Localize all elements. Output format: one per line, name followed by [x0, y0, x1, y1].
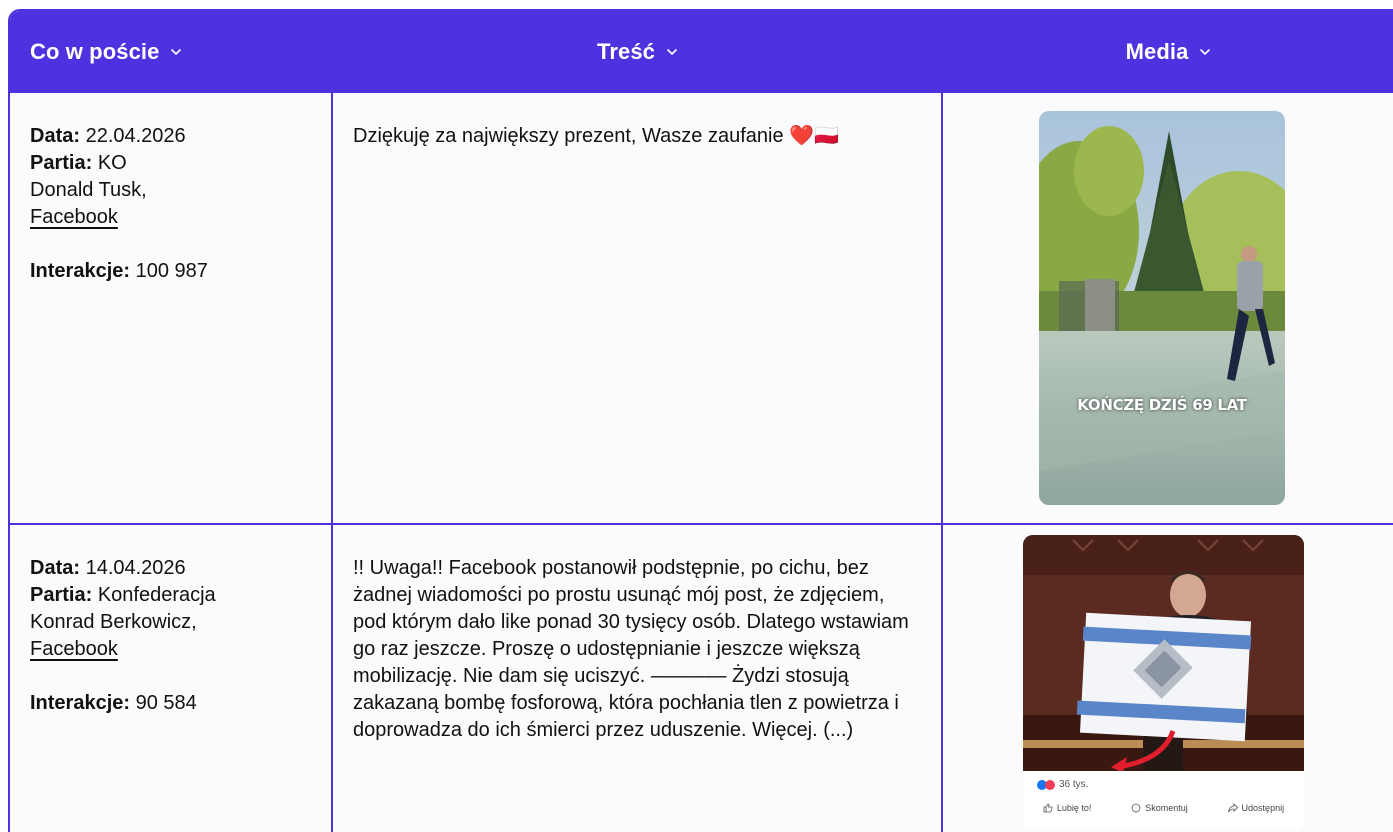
post-interactions: Interakcje: 90 584 [30, 692, 197, 714]
facebook-post-bar: 36 tys. Lubię to! Skomentuj Udostępnij [1023, 771, 1304, 829]
table-row: Data: 14.04.2026 Partia: Konfederacja Ko… [10, 525, 1393, 832]
post-content: !! Uwaga!! Facebook postanowił podstępni… [353, 557, 909, 741]
reactions-summary: 36 tys. [1037, 779, 1088, 790]
post-interactions: Interakcje: 100 987 [30, 260, 208, 282]
platform-link[interactable]: Facebook [30, 638, 118, 660]
posts-table: Co w poście Treść Media Data: 22.04.2026… [8, 9, 1393, 832]
platform-link[interactable]: Facebook [30, 206, 118, 228]
post-party: Partia: Konfederacja [30, 584, 216, 606]
share-action: Udostępnij [1227, 803, 1284, 813]
parliament-photo [1023, 535, 1304, 773]
facebook-actions: Lubię to! Skomentuj Udostępnij [1023, 803, 1304, 813]
chevron-down-icon [1198, 45, 1212, 59]
column-header-content[interactable]: Treść [333, 11, 943, 93]
post-content: Dziękuję za największy prezent, Wasze za… [353, 125, 839, 147]
park-running-photo [1039, 111, 1285, 505]
post-date: Data: 14.04.2026 [30, 557, 186, 579]
post-date: Data: 22.04.2026 [30, 125, 186, 147]
post-meta: Data: 14.04.2026 Partia: Konfederacja Ko… [30, 555, 320, 717]
table-header: Co w poście Treść Media [10, 11, 1393, 93]
column-header-media[interactable]: Media [943, 11, 1393, 93]
post-author: Donald Tusk, [30, 179, 147, 201]
chevron-down-icon [169, 45, 183, 59]
post-author: Konrad Berkowicz, [30, 611, 197, 633]
post-party: Partia: KO [30, 152, 127, 174]
share-icon [1227, 803, 1238, 813]
chevron-down-icon [665, 45, 679, 59]
comment-action: Skomentuj [1131, 803, 1188, 813]
table-row: Data: 22.04.2026 Partia: KO Donald Tusk,… [10, 93, 1393, 523]
post-meta: Data: 22.04.2026 Partia: KO Donald Tusk,… [30, 123, 320, 285]
column-header-post-info[interactable]: Co w poście [30, 11, 183, 93]
post-media-image[interactable]: KOŃCZĘ DZIŚ 69 LAT [1039, 111, 1285, 505]
like-action: Lubię to! [1043, 803, 1091, 813]
media-caption: KOŃCZĘ DZIŚ 69 LAT [1077, 396, 1247, 414]
comment-icon [1131, 803, 1141, 813]
post-media-image[interactable]: 36 tys. Lubię to! Skomentuj Udostępnij [1023, 535, 1304, 829]
love-reaction-icon [1045, 779, 1055, 790]
thumbs-up-icon [1043, 803, 1053, 813]
